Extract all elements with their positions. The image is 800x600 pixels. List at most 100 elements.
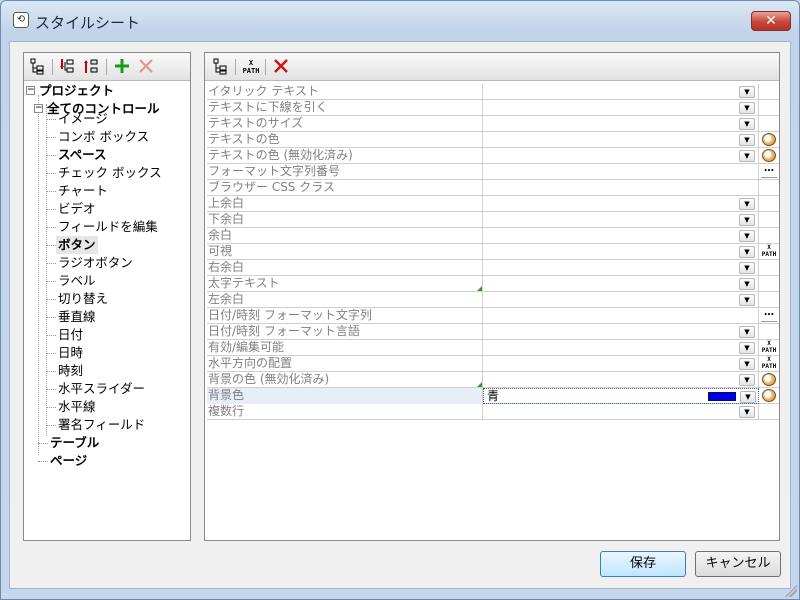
tree-item-radio-button[interactable]: ラジオボタン	[58, 254, 133, 272]
property-row[interactable]: イタリック テキスト ▼	[207, 84, 779, 100]
dropdown-arrow-icon[interactable]: ▼	[740, 391, 756, 403]
property-row[interactable]: 左余白 ▼	[207, 292, 779, 308]
tree-item-combobox[interactable]: コンボ ボックス	[58, 128, 149, 146]
property-row[interactable]: テキストのサイズ ▼	[207, 116, 779, 132]
color-palette-icon[interactable]	[762, 133, 776, 146]
property-row[interactable]: 日付/時刻 フォーマット言語 ▼	[207, 324, 779, 340]
add-icon[interactable]	[112, 57, 132, 77]
tree-item-chart[interactable]: チャート	[58, 182, 108, 200]
property-row[interactable]: 下余白 ▼	[207, 212, 779, 228]
property-value[interactable]: ▼	[483, 100, 759, 116]
dropdown-arrow-icon[interactable]: ▼	[739, 118, 755, 130]
dropdown-arrow-icon[interactable]: ▼	[739, 278, 755, 290]
tree-item-date[interactable]: 日付	[58, 326, 83, 344]
delete-icon[interactable]	[136, 57, 156, 77]
property-row[interactable]: 背景の色 (無効化済み) ▼	[207, 372, 779, 388]
resize-grip-icon[interactable]	[785, 585, 797, 597]
property-row-selected[interactable]: 背景色 青 ▼	[207, 388, 779, 404]
dropdown-arrow-icon[interactable]: ▼	[739, 246, 755, 258]
dropdown-arrow-icon[interactable]: ▼	[739, 214, 755, 226]
property-value-text[interactable]: 青	[487, 389, 499, 404]
color-palette-icon[interactable]	[762, 373, 776, 386]
property-row[interactable]: 右余白 ▼	[207, 260, 779, 276]
property-value[interactable]: ▼	[483, 228, 759, 244]
dropdown-arrow-icon[interactable]: ▼	[739, 230, 755, 242]
tree-item-page[interactable]: ページ	[50, 452, 87, 470]
tree-item-image[interactable]: イメージ	[58, 110, 108, 128]
tree-item-button[interactable]: ボタン	[56, 236, 98, 254]
close-button[interactable]: ✕	[751, 11, 791, 31]
collapse-icon[interactable]: −	[34, 104, 43, 113]
tree-item-vertical-line[interactable]: 垂直線	[58, 308, 96, 326]
tree-item-toggle[interactable]: 切り替え	[58, 290, 108, 308]
property-row[interactable]: 複数行 ▼	[207, 404, 779, 420]
property-value[interactable]: ▼	[483, 356, 759, 372]
property-row[interactable]: 有効/編集可能 ▼ X PATH	[207, 340, 779, 356]
property-value[interactable]: 青 ▼	[483, 388, 759, 404]
property-value[interactable]: ▼	[483, 372, 759, 388]
tree-view-icon[interactable]	[28, 57, 48, 77]
property-value[interactable]: ▼	[483, 404, 759, 420]
tree-item-space[interactable]: スペース	[58, 146, 107, 164]
tree-view-icon[interactable]	[211, 57, 231, 77]
property-value[interactable]: ▼	[483, 292, 759, 308]
property-value[interactable]	[483, 164, 759, 180]
tree-item-video[interactable]: ビデオ	[58, 200, 96, 218]
property-row[interactable]: テキストの色 (無効化済み) ▼	[207, 148, 779, 164]
insert-before-icon[interactable]	[58, 57, 78, 77]
ellipsis-icon[interactable]: …	[761, 308, 777, 322]
property-value[interactable]: ▼	[483, 260, 759, 276]
cancel-button[interactable]: キャンセル	[695, 551, 781, 577]
property-row[interactable]: 可視 ▼ X PATH	[207, 244, 779, 260]
property-value[interactable]	[483, 308, 759, 324]
property-row[interactable]: 水平方向の配置 ▼ X PATH	[207, 356, 779, 372]
insert-after-icon[interactable]	[82, 57, 102, 77]
dropdown-arrow-icon[interactable]: ▼	[739, 198, 755, 210]
property-value[interactable]: ▼	[483, 244, 759, 260]
collapse-icon[interactable]: −	[26, 86, 35, 95]
property-value[interactable]	[483, 180, 759, 196]
property-value[interactable]: ▼	[483, 340, 759, 356]
dropdown-arrow-icon[interactable]: ▼	[739, 358, 755, 370]
property-value[interactable]: ▼	[483, 212, 759, 228]
property-row[interactable]: 余白 ▼	[207, 228, 779, 244]
tree-item-project[interactable]: − プロジェクト	[26, 82, 114, 100]
color-palette-icon[interactable]	[762, 149, 776, 162]
ellipsis-icon[interactable]: …	[761, 164, 777, 178]
property-row[interactable]: テキストの色 ▼	[207, 132, 779, 148]
property-row[interactable]: 太字テキスト ▼	[207, 276, 779, 292]
property-row[interactable]: テキストに下線を引く ▼	[207, 100, 779, 116]
tree-item-table[interactable]: テーブル	[50, 434, 99, 452]
property-row[interactable]: 日付/時刻 フォーマット文字列 …	[207, 308, 779, 324]
save-button[interactable]: 保存	[600, 551, 686, 577]
property-value[interactable]: ▼	[483, 276, 759, 292]
tree-item-time[interactable]: 時刻	[58, 362, 83, 380]
property-value[interactable]: ▼	[483, 132, 759, 148]
dropdown-arrow-icon[interactable]: ▼	[739, 326, 755, 338]
tree-item-horizontal-slider[interactable]: 水平スライダー	[58, 380, 145, 398]
dropdown-arrow-icon[interactable]: ▼	[739, 134, 755, 146]
xpath-icon[interactable]: X PATH	[241, 57, 261, 77]
property-row[interactable]: ブラウザー CSS クラス	[207, 180, 779, 196]
xpath-icon[interactable]: X PATH	[760, 244, 778, 260]
dropdown-arrow-icon[interactable]: ▼	[739, 86, 755, 98]
property-value[interactable]: ▼	[483, 148, 759, 164]
tree-item-label[interactable]: ラベル	[58, 272, 96, 290]
color-palette-icon[interactable]	[762, 389, 776, 402]
dropdown-arrow-icon[interactable]: ▼	[739, 342, 755, 354]
property-value[interactable]: ▼	[483, 196, 759, 212]
property-row[interactable]: 上余白 ▼	[207, 196, 779, 212]
tree-item-checkbox[interactable]: チェック ボックス	[58, 164, 162, 182]
dropdown-arrow-icon[interactable]: ▼	[739, 406, 755, 418]
property-value[interactable]: ▼	[483, 84, 759, 100]
delete-icon[interactable]	[271, 57, 291, 77]
tree-item-signature-field[interactable]: 署名フィールド	[58, 416, 145, 434]
property-value[interactable]: ▼	[483, 324, 759, 340]
dropdown-arrow-icon[interactable]: ▼	[739, 262, 755, 274]
tree-item-datetime[interactable]: 日時	[58, 344, 83, 362]
dropdown-arrow-icon[interactable]: ▼	[739, 294, 755, 306]
tree-item-horizontal-line[interactable]: 水平線	[58, 398, 96, 416]
dropdown-arrow-icon[interactable]: ▼	[739, 374, 755, 386]
dropdown-arrow-icon[interactable]: ▼	[739, 150, 755, 162]
tree-item-edit-field[interactable]: フィールドを編集	[58, 218, 158, 236]
